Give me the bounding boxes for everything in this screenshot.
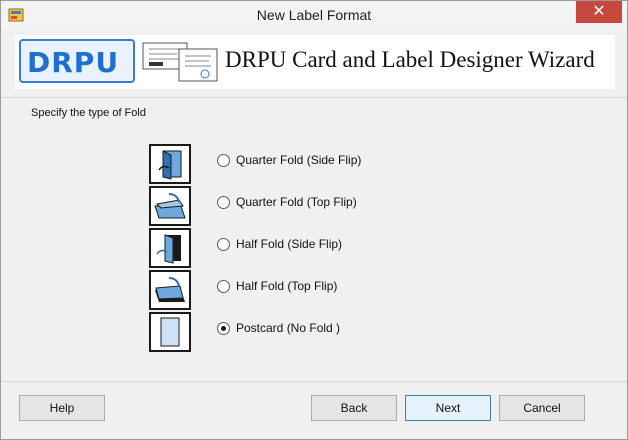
- radio-quarter-fold-top[interactable]: [217, 195, 230, 209]
- option-quarter-fold-side[interactable]: Quarter Fold (Side Flip): [217, 151, 361, 169]
- option-half-fold-side[interactable]: Half Fold (Side Flip): [217, 235, 342, 253]
- option-label: Half Fold (Side Flip): [236, 237, 343, 251]
- option-label: Half Fold (Top Flip): [236, 279, 338, 293]
- option-label: Quarter Fold (Top Flip): [236, 195, 357, 209]
- radio-quarter-fold-side[interactable]: [217, 153, 230, 167]
- half-fold-top-icon[interactable]: [149, 270, 191, 310]
- option-label: Postcard (No Fold ): [236, 321, 341, 335]
- wizard-footer: Help Back Next Cancel: [1, 381, 627, 439]
- option-label: Quarter Fold (Side Flip): [236, 153, 362, 167]
- wizard-window: New Label Format ✕ DRPU DRPU Card and La…: [0, 0, 628, 440]
- half-fold-side-icon[interactable]: [149, 228, 191, 268]
- fold-type-prompt: Specify the type of Fold: [31, 107, 146, 119]
- option-half-fold-top[interactable]: Half Fold (Top Flip): [217, 277, 337, 295]
- wizard-banner: DRPU DRPU Card and Label Designer Wizard: [15, 35, 615, 89]
- logo-text: DRPU: [27, 46, 120, 79]
- next-button[interactable]: Next: [405, 395, 491, 421]
- drpu-logo: DRPU: [19, 39, 135, 83]
- quarter-fold-top-icon[interactable]: [149, 186, 191, 226]
- cancel-button[interactable]: Cancel: [499, 395, 585, 421]
- label-cards-illustration: [142, 42, 218, 82]
- quarter-fold-side-icon[interactable]: [149, 144, 191, 184]
- window-title: New Label Format: [256, 7, 372, 23]
- radio-postcard[interactable]: [217, 321, 230, 335]
- postcard-icon[interactable]: [149, 312, 191, 352]
- radio-half-fold-side[interactable]: [217, 237, 230, 251]
- wizard-heading: DRPU Card and Label Designer Wizard: [225, 47, 595, 72]
- back-button[interactable]: Back: [311, 395, 397, 421]
- radio-half-fold-top[interactable]: [217, 279, 230, 293]
- option-postcard[interactable]: Postcard (No Fold ): [217, 319, 340, 337]
- help-button[interactable]: Help: [19, 395, 105, 421]
- fold-type-panel: Specify the type of Fold Quarter Fold (S…: [1, 97, 627, 379]
- close-icon[interactable]: ✕: [576, 1, 622, 23]
- title-bar[interactable]: New Label Format ✕: [1, 1, 627, 31]
- option-quarter-fold-top[interactable]: Quarter Fold (Top Flip): [217, 193, 357, 211]
